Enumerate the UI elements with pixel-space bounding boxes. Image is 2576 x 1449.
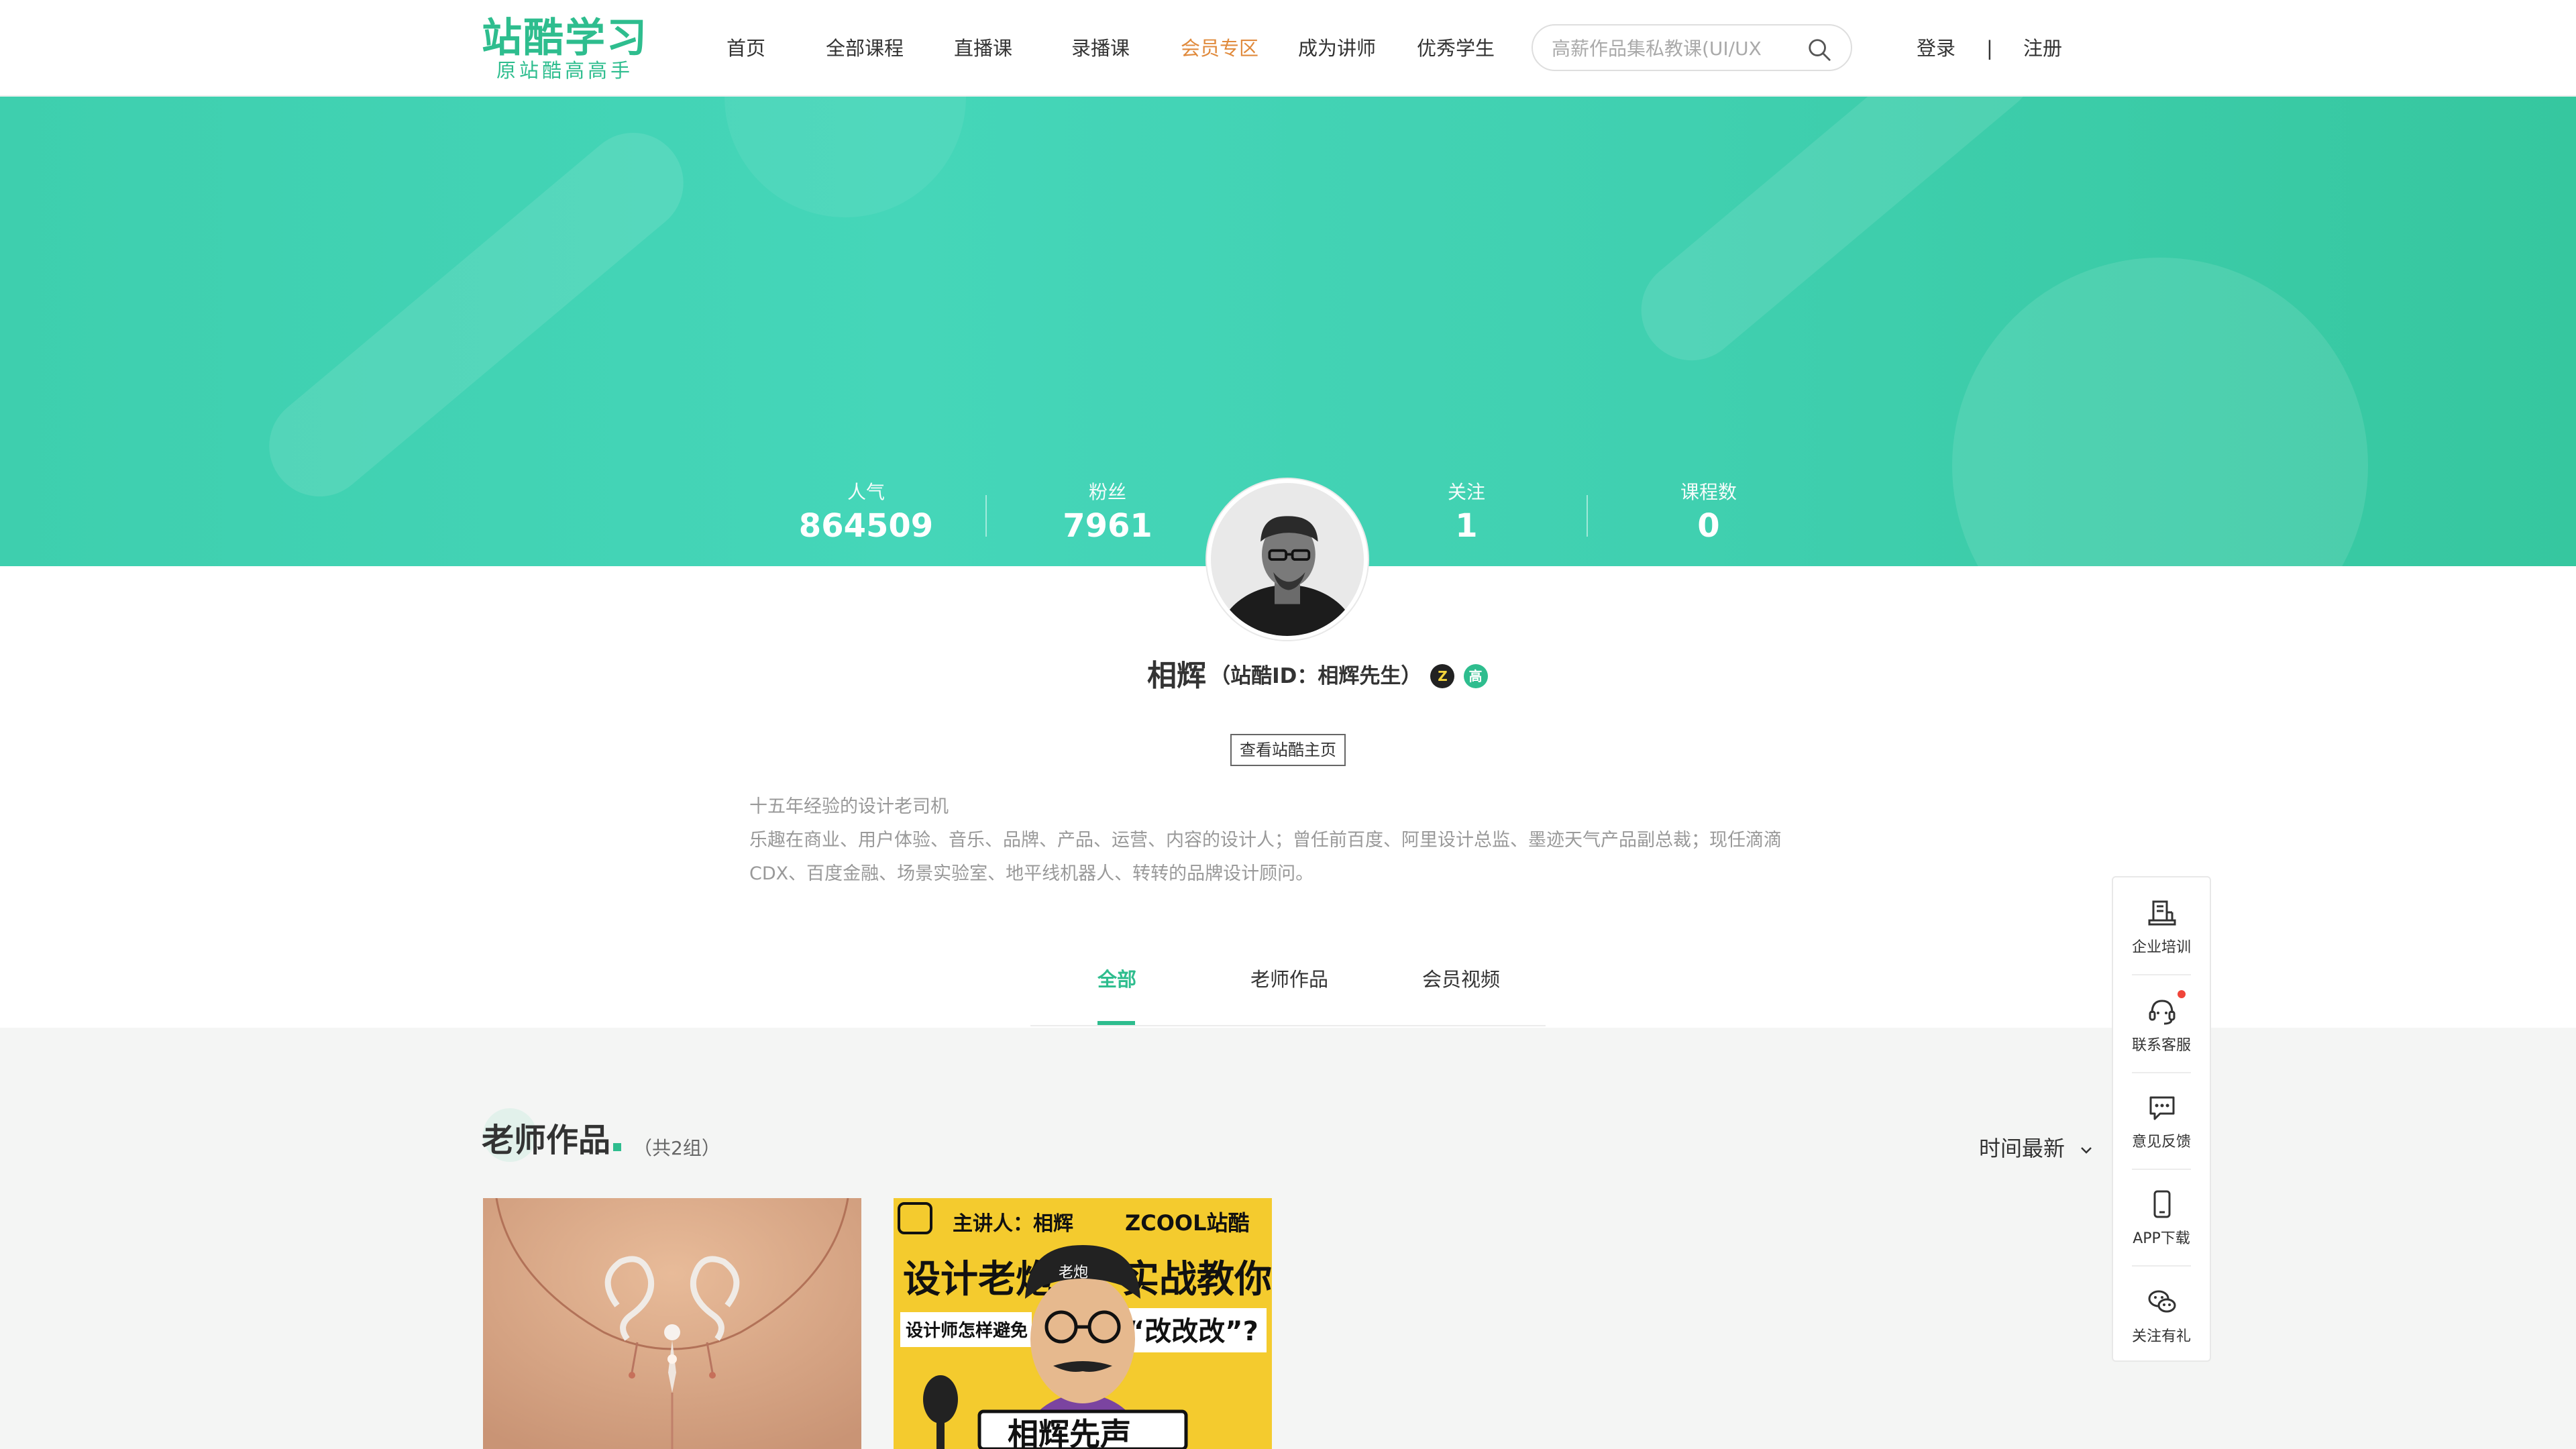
tab-all[interactable]: 全部 (1097, 966, 1136, 993)
banner-decoration (1952, 258, 2368, 566)
sidebar-label: 联系客服 (2131, 1037, 2191, 1054)
nav-live-courses[interactable]: 直播课 (954, 35, 1012, 62)
stat-label: 粉丝 (1088, 481, 1126, 503)
building-icon (2148, 900, 2176, 926)
stat-value: 1 (1455, 507, 1478, 545)
sidebar-app-download[interactable]: APP下载 (2113, 1169, 2210, 1265)
tab-member-videos[interactable]: 会员视频 (1422, 966, 1500, 993)
sidebar-label: APP下载 (2133, 1230, 2190, 1247)
stat-value: 0 (1697, 507, 1720, 545)
notification-dot (2178, 990, 2186, 998)
bio-line: 乐趣在商业、用户体验、音乐、品牌、产品、运营、内容的设计人；曾任前百度、阿里设计… (749, 830, 1782, 884)
section-title: 老师作品 (482, 1119, 622, 1162)
sidebar-label: 意见反馈 (2131, 1134, 2191, 1150)
section-title-dot (613, 1143, 622, 1151)
sort-dropdown[interactable]: 时间最新 (1979, 1134, 2094, 1163)
logo-title: 站酷学习 (482, 15, 648, 62)
nav-recorded-courses[interactable]: 录播课 (1071, 35, 1130, 62)
search-icon[interactable] (1807, 37, 1832, 62)
poster-brand: ZCOOL站酷 (1125, 1210, 1250, 1236)
search-input[interactable] (1552, 34, 1780, 62)
work-card[interactable]: 主讲人：相辉 ZCOOL站酷 设计老炮 实战教你 设计师怎样避免 “改改改”? … (894, 1198, 1272, 1449)
chevron-down-icon (2081, 1147, 2092, 1154)
poster-hat-text: 老炮 (1059, 1265, 1088, 1281)
sidebar-follow-gift[interactable]: 关注有礼 (2113, 1267, 2210, 1363)
search-box (1532, 24, 1852, 71)
chat-bubble-icon (2149, 1096, 2175, 1120)
nav-home[interactable]: 首页 (727, 35, 765, 62)
banner-decoration (248, 112, 704, 517)
section-title-text: 老师作品 (482, 1122, 611, 1159)
stat-label: 人气 (847, 481, 885, 503)
banner-decoration (1621, 97, 2055, 381)
nav-all-courses[interactable]: 全部课程 (826, 35, 904, 62)
poster-sign-text: 相辉先声 (1008, 1416, 1131, 1449)
stat-course-count: 课程数 0 (1608, 479, 1809, 546)
zcool-badge-icon: Z (1430, 664, 1455, 688)
nav-member-zone[interactable]: 会员专区 (1181, 35, 1258, 62)
stat-fans[interactable]: 粉丝 7961 (1007, 479, 1208, 546)
nav-become-teacher[interactable]: 成为讲师 (1298, 35, 1376, 62)
tab-teacher-works[interactable]: 老师作品 (1250, 966, 1328, 993)
nav-excellent-students[interactable]: 优秀学生 (1417, 35, 1495, 62)
floating-sidebar: 企业培训 联系客服 意见反馈 APP下载 关注有礼 (2112, 876, 2211, 1362)
poster-headline-right: 实战教你 (1122, 1258, 1272, 1301)
login-link[interactable]: 登录 (1917, 35, 1955, 62)
gaogao-badge-icon: 高 (1463, 664, 1488, 688)
work-card[interactable] (483, 1198, 861, 1449)
poster-speaker: 主讲人：相辉 (953, 1212, 1073, 1236)
view-zcool-homepage-button[interactable]: 查看站酷主页 (1230, 734, 1346, 766)
site-logo[interactable]: 站酷学习 原站酷高高手 (482, 15, 647, 82)
banner-decoration (724, 97, 966, 217)
headset-icon (2149, 1000, 2176, 1025)
works-count: （共2组） (633, 1137, 720, 1159)
sidebar-enterprise-training[interactable]: 企业培训 (2113, 877, 2210, 974)
register-link[interactable]: 注册 (2023, 35, 2062, 62)
wechat-icon (2148, 1290, 2176, 1313)
teacher-bio: 十五年经验的设计老司机 乐趣在商业、用户体验、音乐、品牌、产品、运营、内容的设计… (749, 790, 1829, 891)
sort-label: 时间最新 (1979, 1136, 2065, 1161)
stat-popularity: 人气 864509 (765, 479, 967, 546)
mobile-phone-icon (2153, 1190, 2171, 1218)
teacher-name-row: 相辉 （站酷ID：相辉先生） Z 高 (1147, 656, 1488, 696)
header-separator: | (1986, 37, 1993, 60)
course-poster-image: 主讲人：相辉 ZCOOL站酷 设计老炮 实战教你 设计师怎样避免 “改改改”? … (894, 1198, 1272, 1449)
active-tab-indicator (1097, 1021, 1135, 1025)
poster-sub-right: “改改改”? (1127, 1316, 1258, 1347)
stat-label: 关注 (1447, 481, 1485, 503)
stat-value: 864509 (798, 507, 934, 545)
sidebar-label: 企业培训 (2131, 939, 2191, 956)
stat-divider (985, 495, 987, 537)
sidebar-feedback[interactable]: 意见反馈 (2113, 1072, 2210, 1169)
stat-value: 7961 (1063, 507, 1152, 545)
top-header: 站酷学习 原站酷高高手 首页 全部课程 直播课 录播课 会员专区 成为讲师 优秀… (0, 0, 2576, 96)
poster-sub-left: 设计师怎样避免 (906, 1320, 1028, 1341)
logo-subtitle: 原站酷高高手 (496, 59, 634, 82)
stat-label: 课程数 (1680, 481, 1737, 503)
necklace-artwork-image (483, 1198, 861, 1449)
bio-line: 十五年经验的设计老司机 (749, 796, 949, 817)
zcool-id: （站酷ID：相辉先生） (1210, 664, 1422, 688)
teacher-name: 相辉 (1147, 659, 1206, 693)
avatar[interactable] (1207, 479, 1368, 640)
avatar-portrait-image (1211, 483, 1364, 636)
tabs-divider (1030, 1025, 1546, 1026)
stat-divider (1587, 495, 1588, 537)
sidebar-label: 关注有礼 (2131, 1328, 2191, 1345)
sidebar-customer-service[interactable]: 联系客服 (2113, 975, 2210, 1072)
stat-following[interactable]: 关注 1 (1366, 479, 1567, 546)
